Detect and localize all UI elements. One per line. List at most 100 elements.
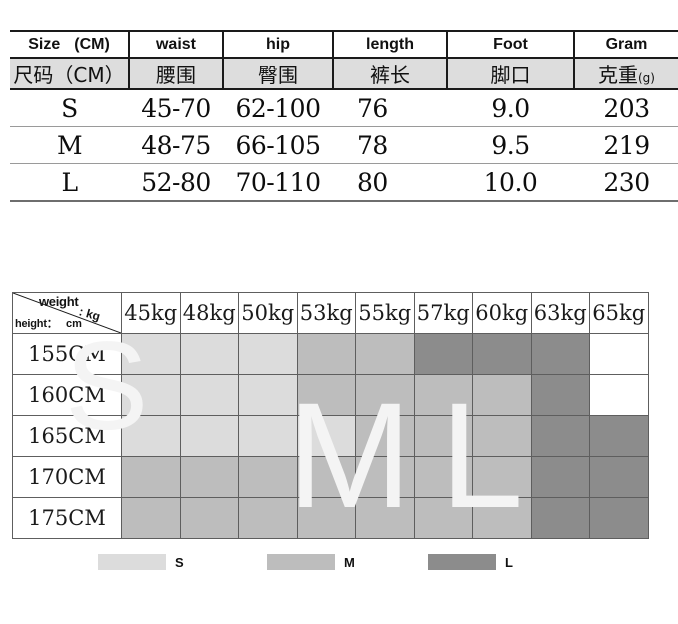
legend-swatch-m — [267, 554, 335, 570]
matrix-cell — [121, 415, 181, 457]
header-length-cn: 裤长 — [332, 57, 448, 90]
table-row: M 48-75 66-105 78 9.5 219 — [10, 126, 678, 164]
matrix-row: 155CM — [12, 333, 649, 375]
matrix-weight-header: 60kg — [472, 292, 532, 334]
matrix-height-header: 155CM — [12, 333, 122, 375]
matrix-cell — [121, 333, 181, 375]
height-weight-matrix: weight: kg height： cm 45kg 48kg 50kg 53kg 55kg 5… — [12, 292, 649, 539]
matrix-height-header: 160CM — [12, 374, 122, 416]
legend-item-s: S — [98, 554, 184, 570]
cell-hip: 62-100 — [223, 89, 333, 127]
cell-hip: 70-110 — [223, 163, 333, 202]
matrix-cell — [179, 374, 239, 416]
cell-size: S — [10, 89, 129, 127]
matrix-cell — [530, 374, 590, 416]
matrix-cell — [355, 497, 415, 539]
matrix-cell — [296, 497, 356, 539]
matrix-cell — [472, 374, 532, 416]
cell-waist: 45-70 — [129, 89, 223, 127]
header-waist-cn: 腰围 — [128, 57, 224, 90]
matrix-cell — [121, 456, 181, 498]
matrix-height-header: 165CM — [12, 415, 122, 457]
matrix-cell — [413, 497, 473, 539]
matrix-cell — [355, 374, 415, 416]
matrix-row: 170CM — [12, 456, 649, 498]
matrix-height-header: 175CM — [12, 497, 122, 539]
matrix-cell — [472, 333, 532, 375]
legend-label-m: M — [344, 554, 355, 570]
cell-hip: 66-105 — [223, 126, 333, 164]
header-gram-cn: 克重(g) — [573, 57, 678, 90]
matrix-cell — [296, 333, 356, 375]
spec-header-row-chinese: 尺码（CM） 腰围 臀围 裤长 脚口 克重(g) — [10, 57, 678, 90]
matrix-cell — [179, 456, 239, 498]
cell-foot: 10.0 — [447, 163, 574, 202]
matrix-cell — [530, 333, 590, 375]
header-foot-cn: 脚口 — [446, 57, 575, 90]
matrix-weight-header: 57kg — [413, 292, 473, 334]
matrix-cell — [589, 374, 649, 416]
table-row: S 45-70 62-100 76 9.0 203 — [10, 89, 678, 127]
matrix-cell — [472, 497, 532, 539]
matrix-weight-header: 48kg — [179, 292, 239, 334]
header-waist-en: waist — [128, 30, 224, 59]
cell-gram: 203 — [574, 89, 678, 127]
size-matrix-container: weight: kg height： cm 45kg 48kg 50kg 53kg 55kg 5… — [12, 292, 649, 539]
matrix-header-row: weight: kg height： cm 45kg 48kg 50kg 53kg 55kg 5… — [12, 292, 649, 334]
header-hip-en: hip — [222, 30, 334, 59]
matrix-cell — [589, 333, 649, 375]
cell-waist: 52-80 — [129, 163, 223, 202]
matrix-weight-header: 53kg — [296, 292, 356, 334]
matrix-cell — [238, 333, 298, 375]
corner-weight-label: weight — [39, 294, 79, 309]
matrix-cell — [530, 456, 590, 498]
legend-label-s: S — [175, 554, 184, 570]
header-size-cn: 尺码（CM） — [10, 57, 130, 90]
matrix-row: 160CM — [12, 374, 649, 416]
cell-gram: 219 — [574, 126, 678, 164]
header-gram-en: Gram — [573, 30, 678, 59]
legend-item-m: M — [267, 554, 355, 570]
matrix-height-header: 170CM — [12, 456, 122, 498]
matrix-corner-cell: weight: kg height： cm — [12, 292, 122, 334]
matrix-cell — [355, 333, 415, 375]
matrix-cell — [413, 333, 473, 375]
matrix-cell — [472, 456, 532, 498]
matrix-cell — [179, 415, 239, 457]
cell-foot: 9.5 — [447, 126, 574, 164]
matrix-cell — [121, 497, 181, 539]
spec-table-container: Size (CM) waist hip length Foot Gram 尺码（C… — [10, 30, 678, 202]
legend-swatch-s — [98, 554, 166, 570]
matrix-row: 165CM — [12, 415, 649, 457]
matrix-cell — [589, 415, 649, 457]
legend: S M L — [98, 554, 538, 576]
cell-foot: 9.0 — [447, 89, 574, 127]
matrix-cell — [238, 374, 298, 416]
matrix-weight-header: 50kg — [238, 292, 298, 334]
spec-header-row-english: Size (CM) waist hip length Foot Gram — [10, 30, 678, 59]
cell-gram: 230 — [574, 163, 678, 202]
header-size-unit-en: (CM) — [74, 35, 110, 53]
matrix-weight-header: 63kg — [530, 292, 590, 334]
header-length-en: length — [332, 30, 448, 59]
table-row: L 52-80 70-110 80 10.0 230 — [10, 163, 678, 202]
corner-height-unit: cm — [66, 318, 82, 330]
matrix-cell — [179, 333, 239, 375]
corner-height-label: height： — [15, 318, 58, 330]
matrix-cell — [413, 374, 473, 416]
header-size-en: Size (CM) — [10, 30, 130, 59]
matrix-cell — [589, 456, 649, 498]
cell-size: M — [10, 126, 129, 164]
matrix-cell — [413, 415, 473, 457]
header-hip-cn: 臀围 — [222, 57, 334, 90]
cell-length: 80 — [333, 163, 447, 202]
legend-item-l: L — [428, 554, 513, 570]
matrix-cell — [472, 415, 532, 457]
cell-waist: 48-75 — [129, 126, 223, 164]
matrix-cell — [238, 456, 298, 498]
matrix-cell — [355, 415, 415, 457]
matrix-cell — [530, 415, 590, 457]
matrix-cell — [355, 456, 415, 498]
matrix-cell — [589, 497, 649, 539]
matrix-cell — [530, 497, 590, 539]
